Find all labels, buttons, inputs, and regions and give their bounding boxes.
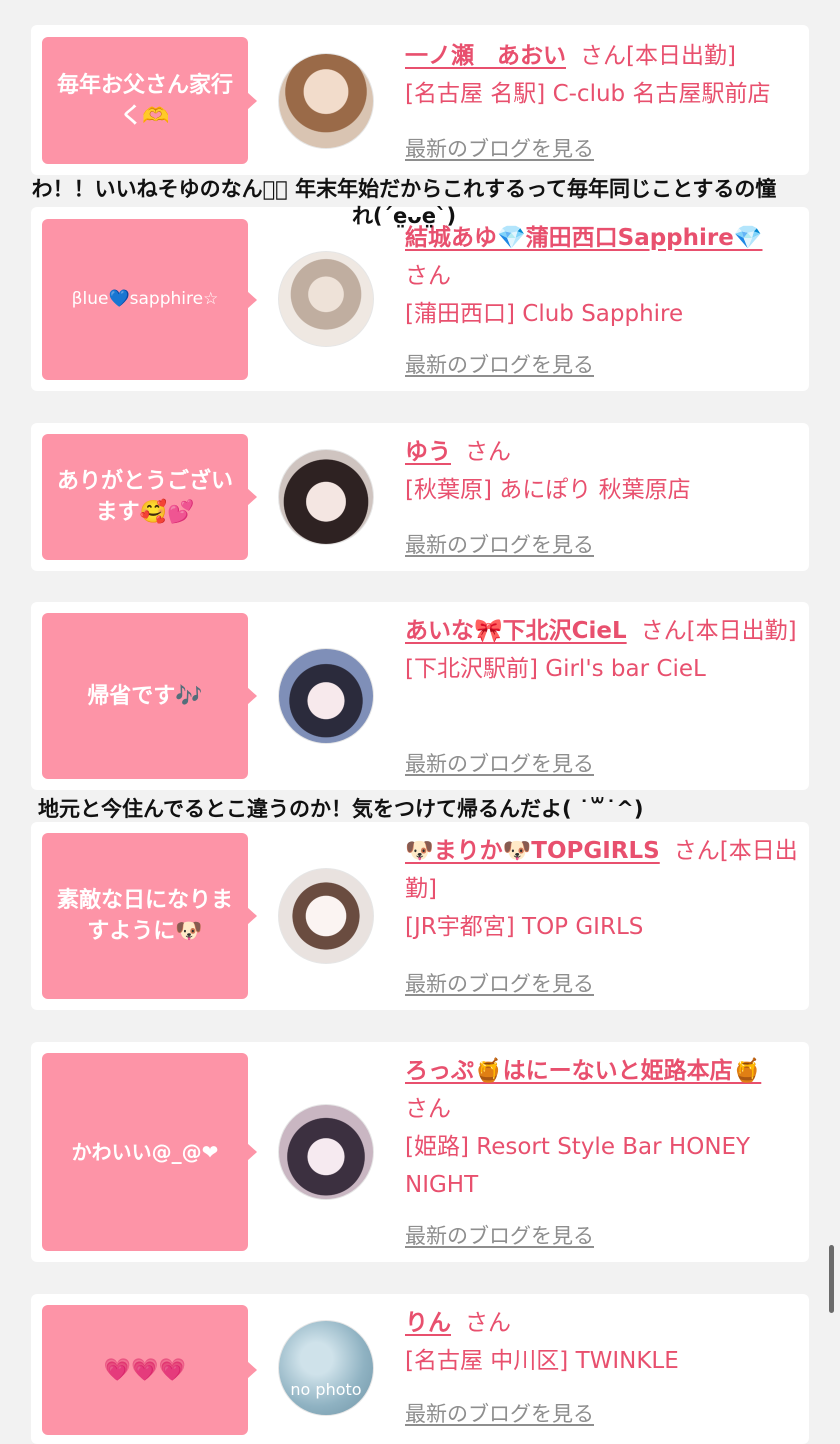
shop-name: [姫路] Resort Style Bar HONEY NIGHT (405, 1134, 751, 1198)
message-bubble: 帰省です🎶 (42, 613, 257, 779)
shop-name: [蒲田西口] Club Sapphire (405, 301, 684, 327)
latest-blog-link[interactable]: 最新のブログを見る (405, 133, 594, 163)
message-text: ありがとうございます🥰💕 (56, 469, 233, 525)
honorific-status: さん (465, 1310, 511, 1336)
honorific-status: さん[本日出勤] (580, 43, 736, 69)
message-text: 💗💗💗 (103, 1357, 187, 1383)
girl-card: かわいい@_@❤ ろっぷ🍯はにーないと姫路本店🍯 さん [姫路] Resort … (31, 1042, 809, 1262)
avatar[interactable] (278, 868, 374, 964)
girl-card: βlue💙sapphire☆ 結城あゆ💎蒲田西口Sapphire💎 さん [蒲田… (31, 207, 809, 391)
avatar[interactable] (278, 53, 374, 149)
girl-card: 毎年お父さん家行く🫶 一ノ瀬 あおい さん[本日出勤] [名古屋 名駅] C-cl… (31, 25, 809, 175)
message-bubble: 毎年お父さん家行く🫶 (42, 37, 257, 164)
girl-card: 帰省です🎶 あいな🎀下北沢CieL さん[本日出勤] [下北沢駅前] Girl's… (31, 602, 809, 790)
girl-card: 💗💗💗 no photo りん さん [名古屋 中川区] TWINKLE 最新のブ… (31, 1294, 809, 1444)
no-photo-label: no photo (290, 1380, 362, 1399)
girl-card: 素敵な日になりますように🐶 🐶まりか🐶TOPGIRLS さん[本日出勤] [JR宇… (31, 822, 809, 1010)
shop-name: [下北沢駅前] Girl's bar CieL (405, 656, 706, 682)
girl-name-link[interactable]: 一ノ瀬 あおい (405, 43, 566, 69)
overlay-comment: わ！！いいねそゆのなんか🏻 年末年始だからこれするって毎年同じことするの憧れ(ˊ… (24, 176, 784, 230)
shop-name: [秋葉原] あにぽり 秋葉原店 (405, 477, 691, 503)
latest-blog-link[interactable]: 最新のブログを見る (405, 349, 594, 379)
avatar[interactable] (278, 251, 374, 347)
latest-blog-link[interactable]: 最新のブログを見る (405, 968, 594, 998)
avatar[interactable] (278, 1104, 374, 1200)
girl-card: ありがとうございます🥰💕 ゆう さん [秋葉原] あにぽり 秋葉原店 最新のブログ… (31, 423, 809, 571)
girl-name-link[interactable]: あいな🎀下北沢CieL (405, 618, 627, 644)
message-bubble: 素敵な日になりますように🐶 (42, 833, 257, 999)
overlay-comment-text: わ！！いいねそゆのなんか🏻 年末年始だからこれするって毎年同じことするの憧れ(ˊ… (31, 177, 777, 228)
message-bubble: βlue💙sapphire☆ (42, 219, 257, 380)
girl-name-link[interactable]: ゆう (405, 439, 451, 465)
message-bubble: 💗💗💗 (42, 1305, 257, 1435)
honorific-status: さん[本日出勤] (640, 618, 797, 644)
girl-name-link[interactable]: りん (405, 1310, 451, 1336)
latest-blog-link[interactable]: 最新のブログを見る (405, 1220, 594, 1250)
girl-name-link[interactable]: ろっぷ🍯はにーないと姫路本店🍯 (405, 1058, 761, 1084)
message-text: βlue💙sapphire☆ (71, 289, 219, 309)
overlay-comment: 地元と今住んでるとこ違うのか！気をつけて帰るんだよ( ˙꒳˙^) (38, 796, 643, 823)
message-text: 帰省です🎶 (87, 683, 203, 709)
shop-name: [名古屋 中川区] TWINKLE (405, 1348, 679, 1374)
message-bubble: ありがとうございます🥰💕 (42, 434, 257, 560)
message-text: 素敵な日になりますように🐶 (56, 888, 233, 944)
overlay-comment-text: 地元と今住んでるとこ違うのか！気をつけて帰るんだよ( ˙꒳˙^) (38, 797, 644, 821)
shop-name: [名古屋 名駅] C-club 名古屋駅前店 (405, 81, 771, 107)
message-text: かわいい@_@❤ (71, 1139, 219, 1164)
avatar[interactable] (278, 449, 374, 545)
honorific-status: さん (405, 263, 451, 289)
honorific-status: さん (465, 439, 511, 465)
message-text: 毎年お父さん家行く🫶 (56, 72, 233, 129)
honorific-status: さん (405, 1096, 451, 1122)
latest-blog-link[interactable]: 最新のブログを見る (405, 529, 594, 559)
avatar[interactable] (278, 648, 374, 744)
girl-name-link[interactable]: 🐶まりか🐶TOPGIRLS (405, 838, 660, 864)
message-bubble: かわいい@_@❤ (42, 1053, 257, 1251)
latest-blog-link[interactable]: 最新のブログを見る (405, 1398, 594, 1428)
shop-name: [JR宇都宮] TOP GIRLS (405, 914, 644, 940)
latest-blog-link[interactable]: 最新のブログを見る (405, 748, 594, 778)
scrollbar[interactable] (829, 1245, 834, 1313)
avatar[interactable]: no photo (278, 1320, 374, 1416)
